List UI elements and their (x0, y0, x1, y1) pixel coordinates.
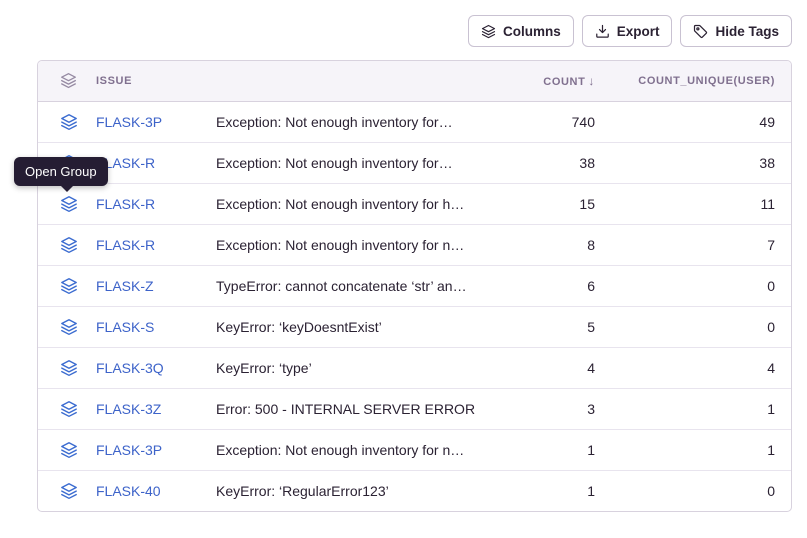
count-unique-value: 4 (611, 347, 791, 388)
count-unique-value: 1 (611, 429, 791, 470)
open-group-tooltip: Open Group (14, 157, 108, 186)
hide-tags-button[interactable]: Hide Tags (680, 15, 792, 47)
col-header-count-label: COUNT (543, 76, 585, 88)
table-row: FLASK-S KeyError: ‘keyDoesntExist’ 5 0 (38, 306, 791, 347)
issue-link[interactable]: FLASK-R (96, 237, 155, 253)
table-row: FLASK-R Exception: Not enough inventory … (38, 183, 791, 224)
issue-title: Exception: Not enough inventory for… (216, 142, 485, 183)
issue-link[interactable]: FLASK-R (96, 196, 155, 212)
count-unique-value: 49 (611, 101, 791, 142)
col-header-count[interactable]: COUNT↓ (485, 61, 611, 101)
count-value: 38 (485, 142, 611, 183)
issue-link[interactable]: FLASK-Z (96, 278, 154, 294)
col-header-issue[interactable]: ISSUE (96, 61, 216, 101)
issue-link[interactable]: FLASK-S (96, 319, 154, 335)
open-group-icon[interactable] (60, 318, 78, 336)
col-header-title-spacer (216, 61, 485, 101)
open-group-icon[interactable] (60, 482, 78, 500)
count-value: 5 (485, 306, 611, 347)
issue-title: Exception: Not enough inventory for n… (216, 429, 485, 470)
table-row: FLASK-3P Exception: Not enough inventory… (38, 101, 791, 142)
count-value: 6 (485, 265, 611, 306)
open-group-icon[interactable] (60, 359, 78, 377)
issue-link[interactable]: FLASK-3P (96, 114, 162, 130)
table-row: FLASK-3Q KeyError: ‘type’ 4 4 (38, 347, 791, 388)
count-unique-value: 1 (611, 388, 791, 429)
columns-button-label: Columns (503, 24, 561, 39)
hide-tags-button-label: Hide Tags (715, 24, 779, 39)
count-unique-value: 11 (611, 183, 791, 224)
count-unique-value: 0 (611, 470, 791, 511)
count-value: 1 (485, 470, 611, 511)
columns-stack-icon (481, 24, 496, 39)
tag-icon (693, 24, 708, 39)
open-group-icon[interactable] (60, 236, 78, 254)
export-download-icon (595, 24, 610, 39)
toolbar: Columns Export Hide Tags (468, 15, 792, 47)
table-row: FLASK-Z TypeError: cannot concatenate ‘s… (38, 265, 791, 306)
export-button-label: Export (617, 24, 660, 39)
open-group-icon[interactable] (60, 277, 78, 295)
table-row: FLASK-R Exception: Not enough inventory … (38, 142, 791, 183)
count-value: 4 (485, 347, 611, 388)
open-group-icon[interactable] (60, 441, 78, 459)
issue-title: Error: 500 - INTERNAL SERVER ERROR (216, 388, 485, 429)
count-value: 8 (485, 224, 611, 265)
count-unique-value: 0 (611, 306, 791, 347)
open-group-icon[interactable] (60, 113, 78, 131)
issue-title: TypeError: cannot concatenate ‘str’ an… (216, 265, 485, 306)
issue-title: Exception: Not enough inventory for n… (216, 224, 485, 265)
columns-button[interactable]: Columns (468, 15, 574, 47)
count-value: 1 (485, 429, 611, 470)
issue-link[interactable]: FLASK-3P (96, 442, 162, 458)
count-value: 740 (485, 101, 611, 142)
stack-icon (60, 72, 77, 89)
issue-title: KeyError: ‘type’ (216, 347, 485, 388)
count-value: 15 (485, 183, 611, 224)
count-unique-value: 38 (611, 142, 791, 183)
sort-desc-icon: ↓ (588, 74, 595, 88)
table-row: FLASK-40 KeyError: ‘RegularError123’ 1 0 (38, 470, 791, 511)
issue-title: KeyError: ‘RegularError123’ (216, 470, 485, 511)
count-unique-value: 7 (611, 224, 791, 265)
issue-link[interactable]: FLASK-40 (96, 483, 161, 499)
table-row: FLASK-R Exception: Not enough inventory … (38, 224, 791, 265)
col-header-count-unique[interactable]: COUNT_UNIQUE(USER) (611, 61, 791, 101)
issue-link[interactable]: FLASK-3Q (96, 360, 164, 376)
issue-title: KeyError: ‘keyDoesntExist’ (216, 306, 485, 347)
open-group-icon[interactable] (60, 400, 78, 418)
table-row: FLASK-3P Exception: Not enough inventory… (38, 429, 791, 470)
header-icon-cell (38, 61, 96, 101)
issue-link[interactable]: FLASK-3Z (96, 401, 161, 417)
table-row: FLASK-3Z Error: 500 - INTERNAL SERVER ER… (38, 388, 791, 429)
export-button[interactable]: Export (582, 15, 673, 47)
issue-title: Exception: Not enough inventory for… (216, 101, 485, 142)
tooltip-text: Open Group (25, 164, 97, 179)
issue-title: Exception: Not enough inventory for h… (216, 183, 485, 224)
count-value: 3 (485, 388, 611, 429)
count-unique-value: 0 (611, 265, 791, 306)
results-table: ISSUE COUNT↓ COUNT_UNIQUE(USER) FLASK-3P… (37, 60, 792, 512)
table-header-row: ISSUE COUNT↓ COUNT_UNIQUE(USER) (38, 61, 791, 101)
